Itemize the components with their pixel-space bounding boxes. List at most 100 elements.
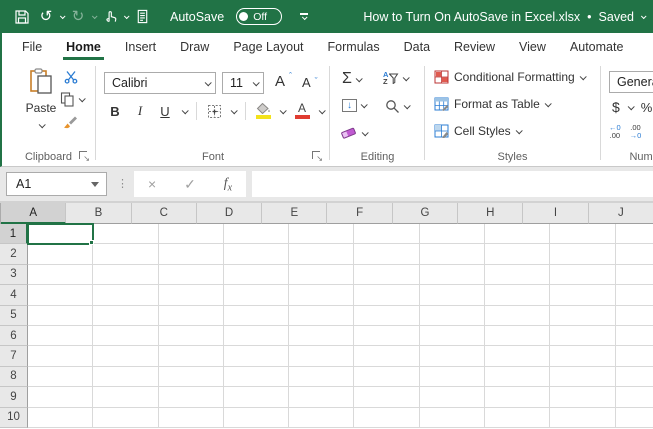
clipboard-dialog-launcher-icon[interactable] xyxy=(79,151,90,163)
cell-B2[interactable] xyxy=(93,244,159,265)
cell-E1[interactable] xyxy=(289,224,355,245)
cell-E9[interactable] xyxy=(289,387,355,408)
cell-B6[interactable] xyxy=(93,325,159,347)
column-header-E[interactable]: E xyxy=(262,203,328,224)
percent-style-button[interactable]: % xyxy=(641,100,653,115)
tab-data[interactable]: Data xyxy=(392,33,442,60)
cell-J9[interactable] xyxy=(615,387,653,408)
cell-J7[interactable] xyxy=(615,346,653,367)
cell-G8[interactable] xyxy=(419,366,486,388)
cell-F4[interactable] xyxy=(354,285,420,306)
autosum-button[interactable]: Σ xyxy=(342,71,363,87)
cell-C6[interactable] xyxy=(158,325,224,347)
cell-B1[interactable] xyxy=(93,224,159,245)
underline-dropdown-icon[interactable] xyxy=(181,106,189,114)
cell-F1[interactable] xyxy=(354,224,420,245)
number-format-combobox[interactable]: General xyxy=(609,71,653,93)
cell-B5[interactable] xyxy=(93,305,159,326)
cell-E8[interactable] xyxy=(289,366,355,388)
save-icon[interactable] xyxy=(12,7,32,27)
cell-C3[interactable] xyxy=(158,264,224,286)
cell-E5[interactable] xyxy=(289,305,355,326)
cell-D4[interactable] xyxy=(223,285,290,306)
formula-bar-grip-icon[interactable]: ⋮ xyxy=(117,179,128,190)
fill-button[interactable]: ↓ xyxy=(342,99,368,112)
cell-B9[interactable] xyxy=(93,387,159,408)
cell-H4[interactable] xyxy=(485,285,551,306)
row-header-8[interactable]: 8 xyxy=(0,366,28,388)
cell-G9[interactable] xyxy=(419,387,486,408)
paste-button[interactable]: Paste xyxy=(18,68,64,131)
row-header-2[interactable]: 2 xyxy=(0,244,28,265)
document-title[interactable]: How to Turn On AutoSave in Excel.xlsx • … xyxy=(363,10,647,24)
tab-view[interactable]: View xyxy=(507,33,558,60)
column-header-H[interactable]: H xyxy=(458,203,524,224)
format-painter-button[interactable] xyxy=(62,115,78,129)
cell-E2[interactable] xyxy=(289,244,355,265)
row-header-1[interactable]: 1 xyxy=(0,224,28,245)
cell-E4[interactable] xyxy=(289,285,355,306)
cell-H7[interactable] xyxy=(485,346,551,367)
autosave-toggle[interactable]: Off xyxy=(236,8,283,25)
column-header-A[interactable]: A xyxy=(1,203,67,224)
cell-J4[interactable] xyxy=(615,285,653,306)
accounting-format-button[interactable]: $ xyxy=(612,99,620,115)
column-header-J[interactable]: J xyxy=(588,203,653,224)
tab-automate[interactable]: Automate xyxy=(558,33,636,60)
cell-B3[interactable] xyxy=(93,264,159,286)
cell-D5[interactable] xyxy=(223,305,290,326)
cell-G1[interactable] xyxy=(419,224,486,245)
cell-G2[interactable] xyxy=(419,244,486,265)
title-dropdown-icon[interactable] xyxy=(640,12,647,19)
row-header-6[interactable]: 6 xyxy=(0,325,28,347)
underline-button[interactable]: U xyxy=(157,104,173,119)
column-header-B[interactable]: B xyxy=(66,203,132,224)
decrease-decimal-button[interactable]: ←0 .00 xyxy=(609,124,621,139)
cut-button[interactable] xyxy=(64,70,78,84)
tab-insert[interactable]: Insert xyxy=(113,33,168,60)
cell-H5[interactable] xyxy=(485,305,551,326)
cell-B7[interactable] xyxy=(93,346,159,367)
cell-C9[interactable] xyxy=(158,387,224,408)
fill-handle[interactable] xyxy=(89,240,95,246)
cell-D3[interactable] xyxy=(223,264,290,286)
font-name-combobox[interactable]: Calibri xyxy=(104,72,216,94)
cell-I5[interactable] xyxy=(550,305,616,326)
cell-J2[interactable] xyxy=(615,244,653,265)
column-header-G[interactable]: G xyxy=(392,203,459,224)
cell-F10[interactable] xyxy=(354,407,420,428)
cell-C10[interactable] xyxy=(158,407,224,428)
cell-E6[interactable] xyxy=(289,325,355,347)
cell-C8[interactable] xyxy=(158,366,224,388)
formula-input[interactable] xyxy=(252,171,653,197)
cell-I6[interactable] xyxy=(550,325,616,347)
name-box[interactable]: A1 xyxy=(6,172,107,196)
cell-E3[interactable] xyxy=(289,264,355,286)
cell-I3[interactable] xyxy=(550,264,616,286)
cell-F3[interactable] xyxy=(354,264,420,286)
row-header-5[interactable]: 5 xyxy=(0,305,28,326)
format-as-table-button[interactable]: Format as Table xyxy=(434,97,552,111)
font-color-dropdown-icon[interactable] xyxy=(318,106,326,114)
cell-D1[interactable] xyxy=(223,224,290,245)
cell-F9[interactable] xyxy=(354,387,420,408)
row-header-4[interactable]: 4 xyxy=(0,285,28,306)
cell-H9[interactable] xyxy=(485,387,551,408)
tab-draw[interactable]: Draw xyxy=(168,33,221,60)
cell-G6[interactable] xyxy=(419,325,486,347)
borders-dropdown-icon[interactable] xyxy=(230,106,238,114)
cell-G10[interactable] xyxy=(419,407,486,428)
cell-A9[interactable] xyxy=(28,387,94,408)
cell-styles-button[interactable]: Cell Styles xyxy=(434,124,523,138)
accounting-dropdown-icon[interactable] xyxy=(627,102,635,110)
cell-I10[interactable] xyxy=(550,407,616,428)
cell-H8[interactable] xyxy=(485,366,551,388)
cell-D10[interactable] xyxy=(223,407,290,428)
cell-C1[interactable] xyxy=(158,224,224,245)
conditional-formatting-button[interactable]: Conditional Formatting xyxy=(434,70,587,84)
cell-F6[interactable] xyxy=(354,325,420,347)
cancel-button[interactable]: × xyxy=(148,176,156,192)
cell-I7[interactable] xyxy=(550,346,616,367)
font-size-combobox[interactable]: 11 xyxy=(222,72,264,94)
cell-A3[interactable] xyxy=(28,264,94,286)
